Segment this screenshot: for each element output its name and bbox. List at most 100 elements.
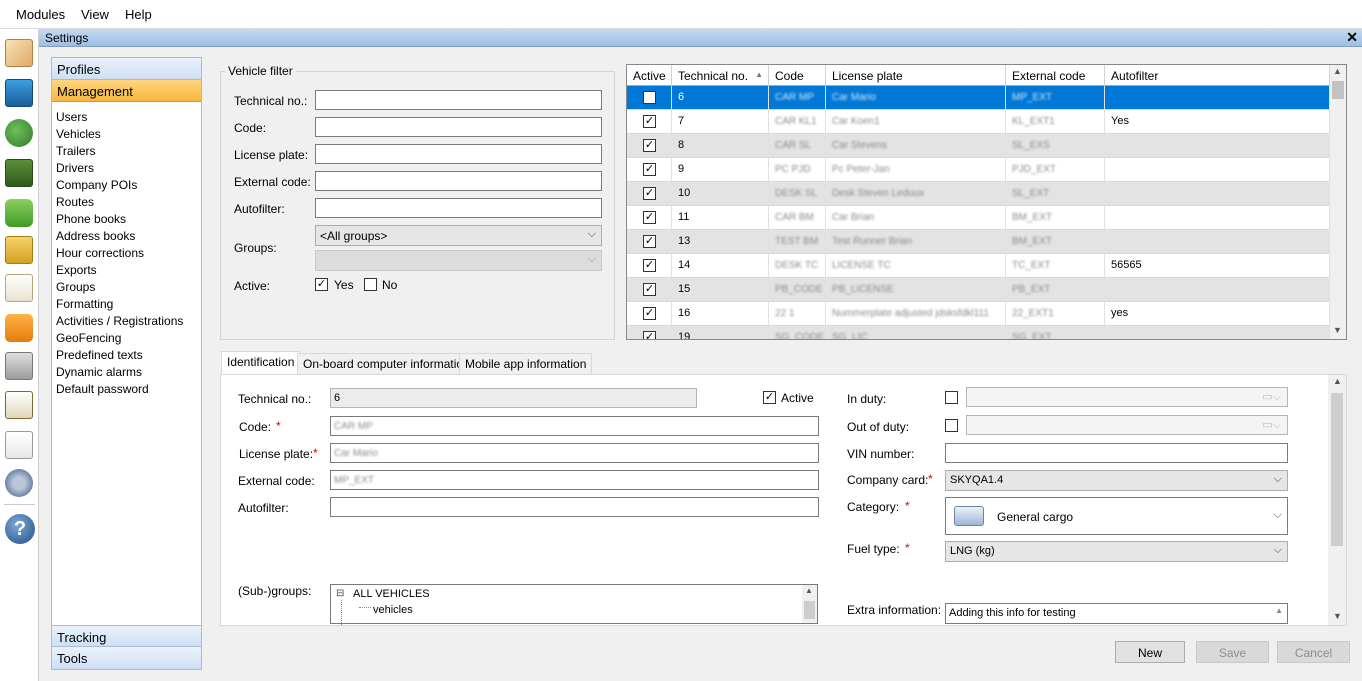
driver-module-icon[interactable] [5, 119, 33, 147]
filter-groups-select[interactable]: <All groups> ⌵ [315, 225, 602, 246]
nav-item-predefined-texts[interactable]: Predefined texts [56, 348, 143, 362]
code-input[interactable]: CAR MP [330, 416, 819, 436]
nav-item-company-pois[interactable]: Company POIs [56, 178, 137, 192]
filter-external-input[interactable] [315, 171, 602, 191]
filter-technical-input[interactable] [315, 90, 602, 110]
row-active-checkbox[interactable]: ✓ [643, 331, 656, 339]
menu-view[interactable]: View [81, 7, 109, 22]
table-row[interactable]: ✓ 8 CAR SL Car Stevens SL_EXS [627, 134, 1330, 158]
notes-module-icon[interactable] [5, 431, 33, 459]
nav-tools[interactable]: Tools [52, 647, 201, 669]
filter-license-input[interactable] [315, 144, 602, 164]
monitor-module-icon[interactable] [5, 79, 33, 107]
tab-identification[interactable]: Identification [221, 351, 301, 374]
in-duty-checkbox[interactable] [945, 391, 958, 404]
nav-item-formatting[interactable]: Formatting [56, 297, 113, 311]
new-button[interactable]: New [1115, 641, 1185, 663]
col-active[interactable]: Active [627, 65, 672, 86]
truck-module-icon[interactable] [5, 199, 33, 227]
external-input[interactable]: MP_EXT [330, 470, 819, 490]
filter-autofilter-input[interactable] [315, 198, 602, 218]
collapse-icon[interactable]: ⊟ [336, 588, 344, 599]
nav-item-dynamic-alarms[interactable]: Dynamic alarms [56, 365, 142, 379]
nav-item-drivers[interactable]: Drivers [56, 161, 94, 175]
col-technical[interactable]: Technical no. ▲ [672, 65, 769, 86]
active-checkbox[interactable]: ✓ [763, 391, 776, 404]
row-active-checkbox[interactable]: ✓ [643, 163, 656, 176]
table-row[interactable]: ✓ 15 PB_CODE PB_LICENSE PB_EXT [627, 278, 1330, 302]
col-autofilter[interactable]: Autofilter [1105, 65, 1330, 86]
row-active-checkbox[interactable]: ✓ [643, 139, 656, 152]
row-active-checkbox[interactable]: ✓ [643, 283, 656, 296]
menu-modules[interactable]: Modules [16, 7, 65, 22]
folders-module-icon[interactable] [5, 236, 33, 264]
nav-item-routes[interactable]: Routes [56, 195, 94, 209]
scroll-down-icon[interactable]: ▼ [1333, 325, 1342, 335]
row-active-checkbox[interactable]: ✓ [643, 187, 656, 200]
tab-onboard-computer[interactable]: On-board computer information [297, 353, 476, 374]
report-chart-icon[interactable] [5, 274, 33, 302]
col-license[interactable]: License plate [826, 65, 1006, 86]
tree-node-vehicles[interactable]: vehicles [373, 604, 413, 616]
mailbox-module-icon[interactable] [5, 352, 33, 380]
filter-code-input[interactable] [315, 117, 602, 137]
nav-item-trailers[interactable]: Trailers [56, 144, 96, 158]
row-active-checkbox[interactable]: ✓ [643, 211, 656, 224]
scroll-up-icon[interactable]: ▲ [805, 586, 813, 595]
nav-item-hour-corrections[interactable]: Hour corrections [56, 246, 144, 260]
col-code[interactable]: Code [769, 65, 826, 86]
nav-tracking[interactable]: Tracking [52, 625, 201, 647]
save-button[interactable]: Save [1196, 641, 1269, 663]
table-row[interactable]: ✓ 11 CAR BM Car Brian BM_EXT [627, 206, 1330, 230]
nav-item-phone-books[interactable]: Phone books [56, 212, 126, 226]
dashboard-module-icon[interactable] [5, 159, 33, 187]
scroll-up-icon[interactable]: ▲ [1333, 376, 1342, 386]
table-row[interactable]: ✓ 6 CAR MP Car Mario MP_EXT [627, 86, 1330, 110]
nav-item-activities-registrations[interactable]: Activities / Registrations [56, 314, 183, 328]
row-active-checkbox[interactable]: ✓ [643, 115, 656, 128]
detail-scrollbar[interactable]: ▲ ▼ [1328, 375, 1346, 625]
fuel-type-select[interactable]: LNG (kg) ⌵ [945, 541, 1288, 562]
tab-mobile-app[interactable]: Mobile app information [459, 353, 593, 374]
row-active-checkbox[interactable]: ✓ [643, 307, 656, 320]
vin-input[interactable] [945, 443, 1288, 463]
scroll-thumb[interactable] [804, 601, 815, 619]
scroll-up-icon[interactable]: ▲ [1333, 66, 1342, 76]
scroll-down-icon[interactable]: ▼ [1333, 611, 1342, 621]
settings-gear-icon[interactable] [5, 469, 33, 497]
tree-scrollbar[interactable]: ▲ [802, 585, 817, 623]
scroll-up-icon[interactable]: ▲ [1275, 606, 1283, 615]
nav-item-default-password[interactable]: Default password [56, 382, 149, 396]
cancel-button[interactable]: Cancel [1277, 641, 1350, 663]
row-active-checkbox[interactable]: ✓ [643, 235, 656, 248]
tree-node-all-vehicles[interactable]: ALL VEHICLES [353, 588, 430, 600]
menu-help[interactable]: Help [125, 7, 152, 22]
table-row[interactable]: ✓ 13 TEST BM Test Runner Brian BM_EXT [627, 230, 1330, 254]
table-row[interactable]: ✓ 10 DESK SL Desk Steven Leduux SL_EXT [627, 182, 1330, 206]
license-input[interactable]: Car Mario [330, 443, 819, 463]
table-row[interactable]: ✓ 7 CAR KL1 Car Koen1 KL_EXT1 Yes [627, 110, 1330, 134]
nav-item-exports[interactable]: Exports [56, 263, 97, 277]
autofilter-input[interactable] [330, 497, 819, 517]
nav-item-users[interactable]: Users [56, 110, 87, 124]
map-module-icon[interactable] [5, 39, 33, 67]
nav-profiles[interactable]: Profiles [52, 58, 201, 80]
out-duty-checkbox[interactable] [945, 419, 958, 432]
extra-info-textarea[interactable]: Adding this info for testing ▲ [945, 603, 1288, 624]
row-active-checkbox[interactable]: ✓ [643, 91, 656, 104]
company-card-select[interactable]: SKYQA1.4 ⌵ [945, 470, 1288, 491]
category-select[interactable]: General cargo ⌵ [945, 497, 1288, 535]
nav-item-groups[interactable]: Groups [56, 280, 95, 294]
help-icon[interactable]: ? [5, 514, 35, 544]
scroll-thumb[interactable] [1332, 81, 1344, 99]
row-active-checkbox[interactable]: ✓ [643, 259, 656, 272]
filter-active-no-checkbox[interactable] [364, 278, 377, 291]
table-row[interactable]: ✓ 9 PC PJD Pc Peter-Jan PJD_EXT [627, 158, 1330, 182]
col-external[interactable]: External code [1006, 65, 1105, 86]
table-row[interactable]: ✓ 14 DESK TC LICENSE TC TC_EXT 56565 [627, 254, 1330, 278]
s-module-icon[interactable] [5, 314, 33, 342]
filter-active-yes-checkbox[interactable]: ✓ [315, 278, 328, 291]
nav-management[interactable]: Management [52, 80, 201, 102]
nav-item-address-books[interactable]: Address books [56, 229, 135, 243]
grid-scrollbar[interactable]: ▲ ▼ [1330, 65, 1346, 339]
